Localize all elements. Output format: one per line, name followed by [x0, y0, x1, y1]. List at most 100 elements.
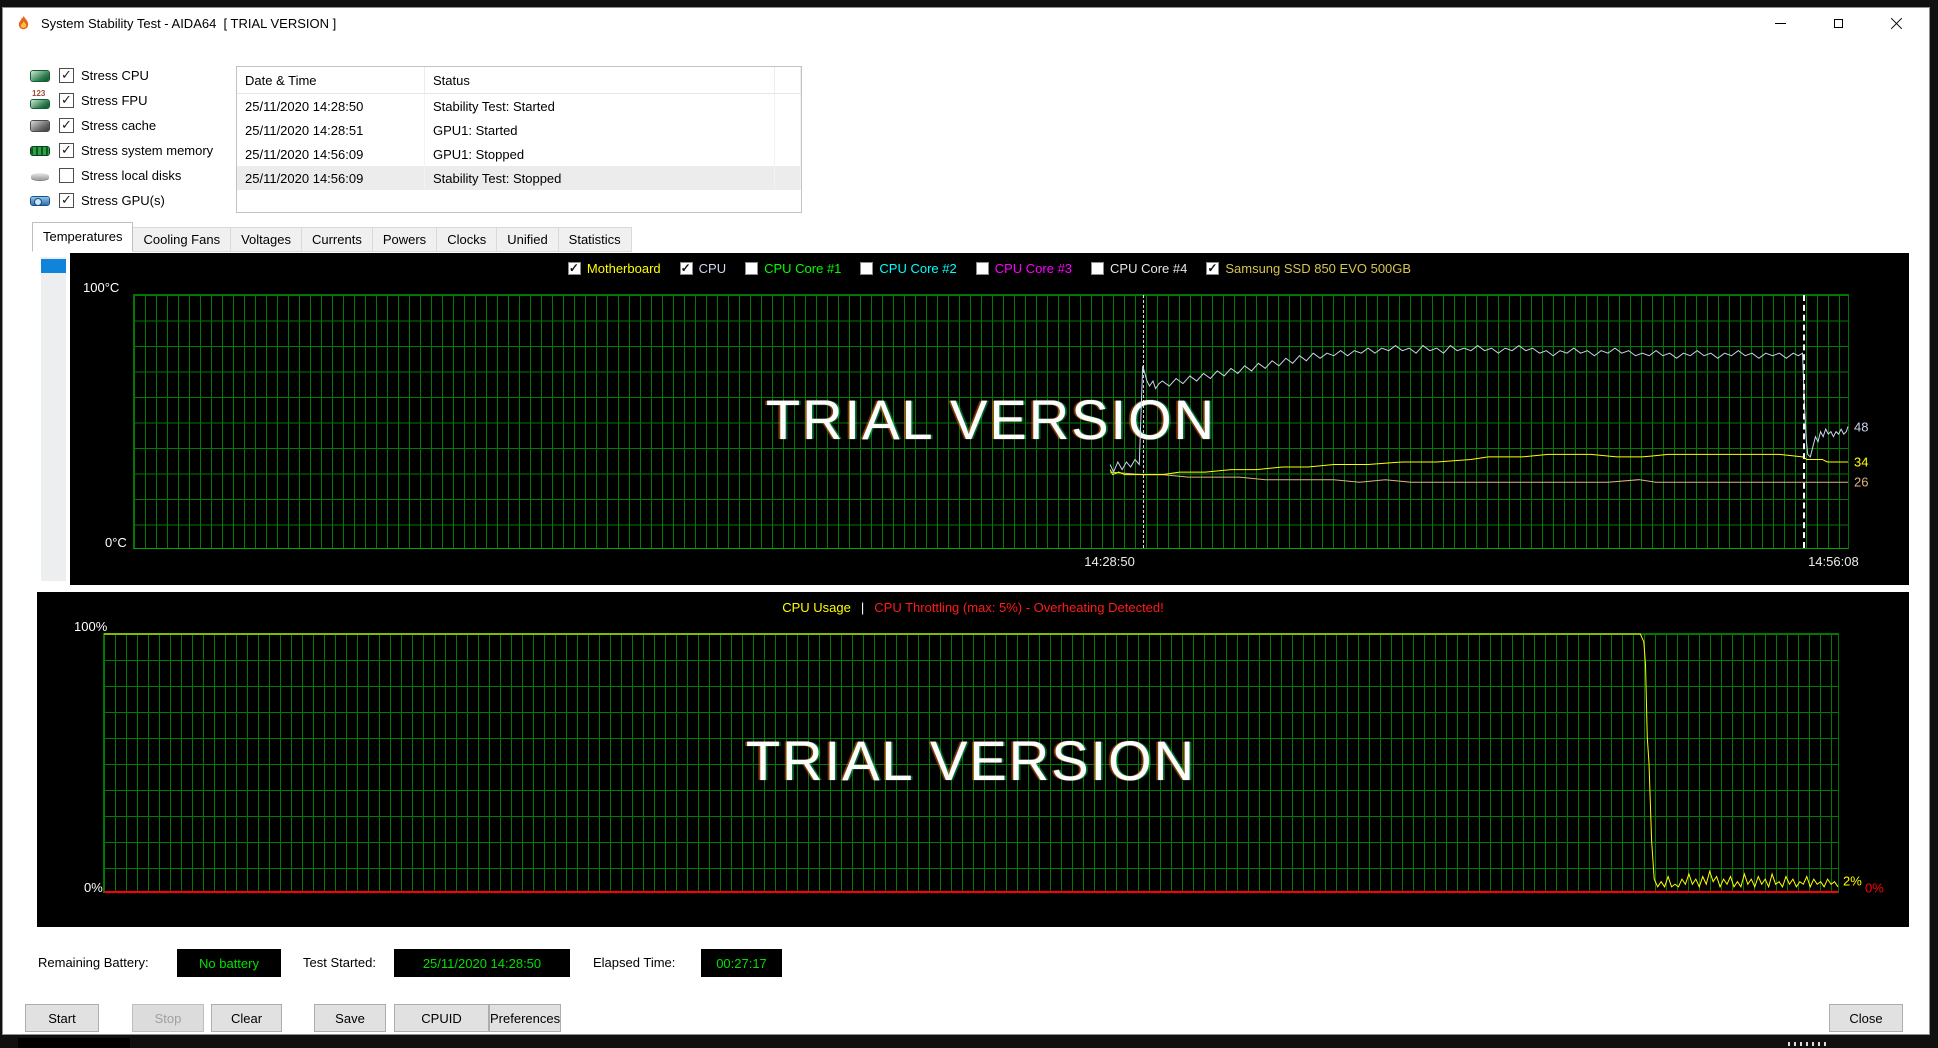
legend-checkbox[interactable]	[860, 262, 874, 275]
tab-item[interactable]: Clocks	[436, 227, 498, 252]
column-header-status[interactable]: Status	[425, 67, 775, 93]
chart-scrollbar-thumb[interactable]	[41, 259, 66, 273]
legend-checkbox[interactable]	[567, 261, 581, 275]
test-stop-marker	[1803, 295, 1806, 548]
cell-empty	[775, 118, 801, 142]
temperature-chart-panel: Motherboard CPU CPU Core #1 CPU Core #2 …	[37, 253, 1909, 585]
action-button[interactable]: Clear	[211, 1004, 282, 1032]
stress-option-icon	[31, 143, 49, 159]
stress-option-icon	[31, 168, 49, 184]
stress-option-row[interactable]: Stress system memory	[31, 138, 231, 163]
ssd-temp-line	[1110, 472, 1848, 482]
close-icon	[1890, 17, 1903, 30]
header-separator: |	[860, 600, 865, 615]
cell-status: GPU1: Started	[425, 118, 775, 142]
event-log-header: Date & Time Status	[237, 67, 801, 94]
legend-item[interactable]: Motherboard	[567, 261, 661, 276]
cpu-usage-title: CPU Usage	[782, 600, 851, 615]
minimize-button[interactable]	[1751, 8, 1809, 38]
legend-label: CPU Core #2	[879, 261, 957, 276]
stress-option-checkbox[interactable]	[59, 168, 74, 183]
tab-item[interactable]: Powers	[371, 227, 438, 252]
action-button[interactable]: Stop	[132, 1004, 204, 1032]
legend-item[interactable]: CPU Core #4	[1091, 261, 1187, 276]
action-button[interactable]: CPUID	[394, 1004, 489, 1032]
action-button[interactable]: Start	[25, 1004, 99, 1032]
legend-label: Samsung SSD 850 EVO 500GB	[1225, 261, 1412, 276]
legend-item[interactable]: CPU Core #2	[860, 261, 957, 276]
window-title: System Stability Test - AIDA64 [ TRIAL V…	[41, 15, 337, 31]
table-row[interactable]: 25/11/2020 14:28:51 GPU1: Started	[237, 118, 801, 142]
test-start-marker	[1142, 295, 1144, 548]
legend-item[interactable]: CPU Core #1	[745, 261, 841, 276]
desktop: { "window": { "title": "System Stability…	[0, 0, 1938, 1048]
tab-item[interactable]: Cooling Fans	[132, 227, 232, 252]
title-bar[interactable]: System Stability Test - AIDA64 [ TRIAL V…	[3, 8, 1929, 38]
stress-option-checkbox[interactable]	[59, 142, 74, 158]
legend-label: CPU	[698, 261, 727, 276]
cpu-temp-line	[1110, 346, 1848, 473]
tab-item[interactable]: Currents	[300, 227, 373, 252]
legend-checkbox[interactable]	[1091, 262, 1105, 275]
tab-item[interactable]: Temperatures	[32, 222, 134, 252]
legend-item[interactable]: CPU	[679, 261, 727, 276]
stress-option-row[interactable]: Stress CPU	[31, 63, 231, 88]
y-axis-min-label: 0°C	[105, 535, 127, 550]
restore-button[interactable]	[1809, 8, 1867, 38]
stress-option-row[interactable]: Stress GPU(s)	[31, 188, 231, 213]
legend-label: CPU Core #4	[1110, 261, 1188, 276]
test-started-value: 25/11/2020 14:28:50	[422, 955, 542, 971]
event-log-rows: 25/11/2020 14:28:50 Stability Test: Star…	[237, 94, 801, 190]
battery-label: Remaining Battery:	[38, 955, 149, 970]
action-button[interactable]: Preferences	[489, 1004, 562, 1032]
stress-option-icon	[31, 68, 49, 84]
usage-plot: TRIAL VERSION 2% 0%	[103, 633, 1884, 896]
action-button[interactable]: Save	[314, 1004, 386, 1032]
legend-item[interactable]: CPU Core #3	[975, 261, 1073, 276]
stress-option-checkbox[interactable]	[59, 117, 74, 133]
stress-option-checkbox[interactable]	[59, 67, 74, 83]
usage-chart-panel: CPU Usage | CPU Throttling (max: 5%) - O…	[37, 592, 1909, 927]
legend-checkbox[interactable]	[1206, 261, 1220, 275]
legend-item[interactable]: Samsung SSD 850 EVO 500GB	[1206, 261, 1411, 276]
cell-empty	[775, 94, 801, 118]
taskbar-clock-partial	[1788, 1042, 1830, 1046]
tab-item[interactable]: Statistics	[557, 227, 632, 252]
legend-label: Motherboard	[586, 261, 661, 276]
tab-strip: Temperatures Cooling Fans Voltages Currents…	[32, 222, 632, 252]
chart-scrollbar	[37, 253, 70, 585]
stress-option-label: Stress system memory	[81, 143, 214, 158]
stress-option-label: Stress local disks	[81, 168, 182, 183]
stress-option-row[interactable]: Stress cache	[31, 113, 231, 138]
ssd-temp-value: 26	[1854, 474, 1869, 490]
legend-checkbox[interactable]	[679, 261, 693, 275]
cell-status: Stability Test: Stopped	[425, 166, 775, 190]
legend-checkbox[interactable]	[975, 262, 989, 275]
legend-checkbox[interactable]	[745, 262, 759, 275]
stress-option-label: Stress CPU	[81, 68, 149, 83]
close-button[interactable]: Close	[1829, 1004, 1903, 1032]
aida64-flame-icon	[18, 15, 29, 29]
tab-item[interactable]: Voltages	[230, 227, 302, 252]
stress-option-checkbox[interactable]	[59, 92, 74, 108]
stress-option-label: Stress FPU	[81, 93, 148, 108]
close-window-button[interactable]	[1867, 8, 1925, 38]
table-row[interactable]: 25/11/2020 14:28:50 Stability Test: Star…	[237, 94, 801, 118]
restore-icon	[1833, 15, 1848, 28]
stress-option-label: Stress GPU(s)	[81, 193, 165, 208]
elapsed-time-value: 00:27:17	[716, 955, 767, 971]
table-row[interactable]: 25/11/2020 14:56:09 GPU1: Stopped	[237, 142, 801, 166]
tab-item[interactable]: Unified	[496, 227, 559, 252]
cell-status: GPU1: Stopped	[425, 142, 775, 166]
legend-label: CPU Core #3	[994, 261, 1073, 276]
table-row[interactable]: 25/11/2020 14:56:09 Stability Test: Stop…	[237, 166, 801, 190]
stress-option-row[interactable]: Stress FPU	[31, 88, 231, 113]
taskbar-item[interactable]	[18, 1038, 130, 1048]
cpu-temp-value: 48	[1854, 419, 1869, 435]
stress-option-checkbox[interactable]	[59, 192, 74, 208]
column-header-datetime[interactable]: Date & Time	[237, 67, 425, 93]
event-log-table: Date & Time Status 25/11/2020 14:28:50 S…	[236, 66, 802, 213]
stress-option-row[interactable]: Stress local disks	[31, 163, 231, 188]
cell-datetime: 25/11/2020 14:28:50	[237, 94, 425, 118]
chart-scrollbar-track[interactable]	[41, 257, 66, 581]
